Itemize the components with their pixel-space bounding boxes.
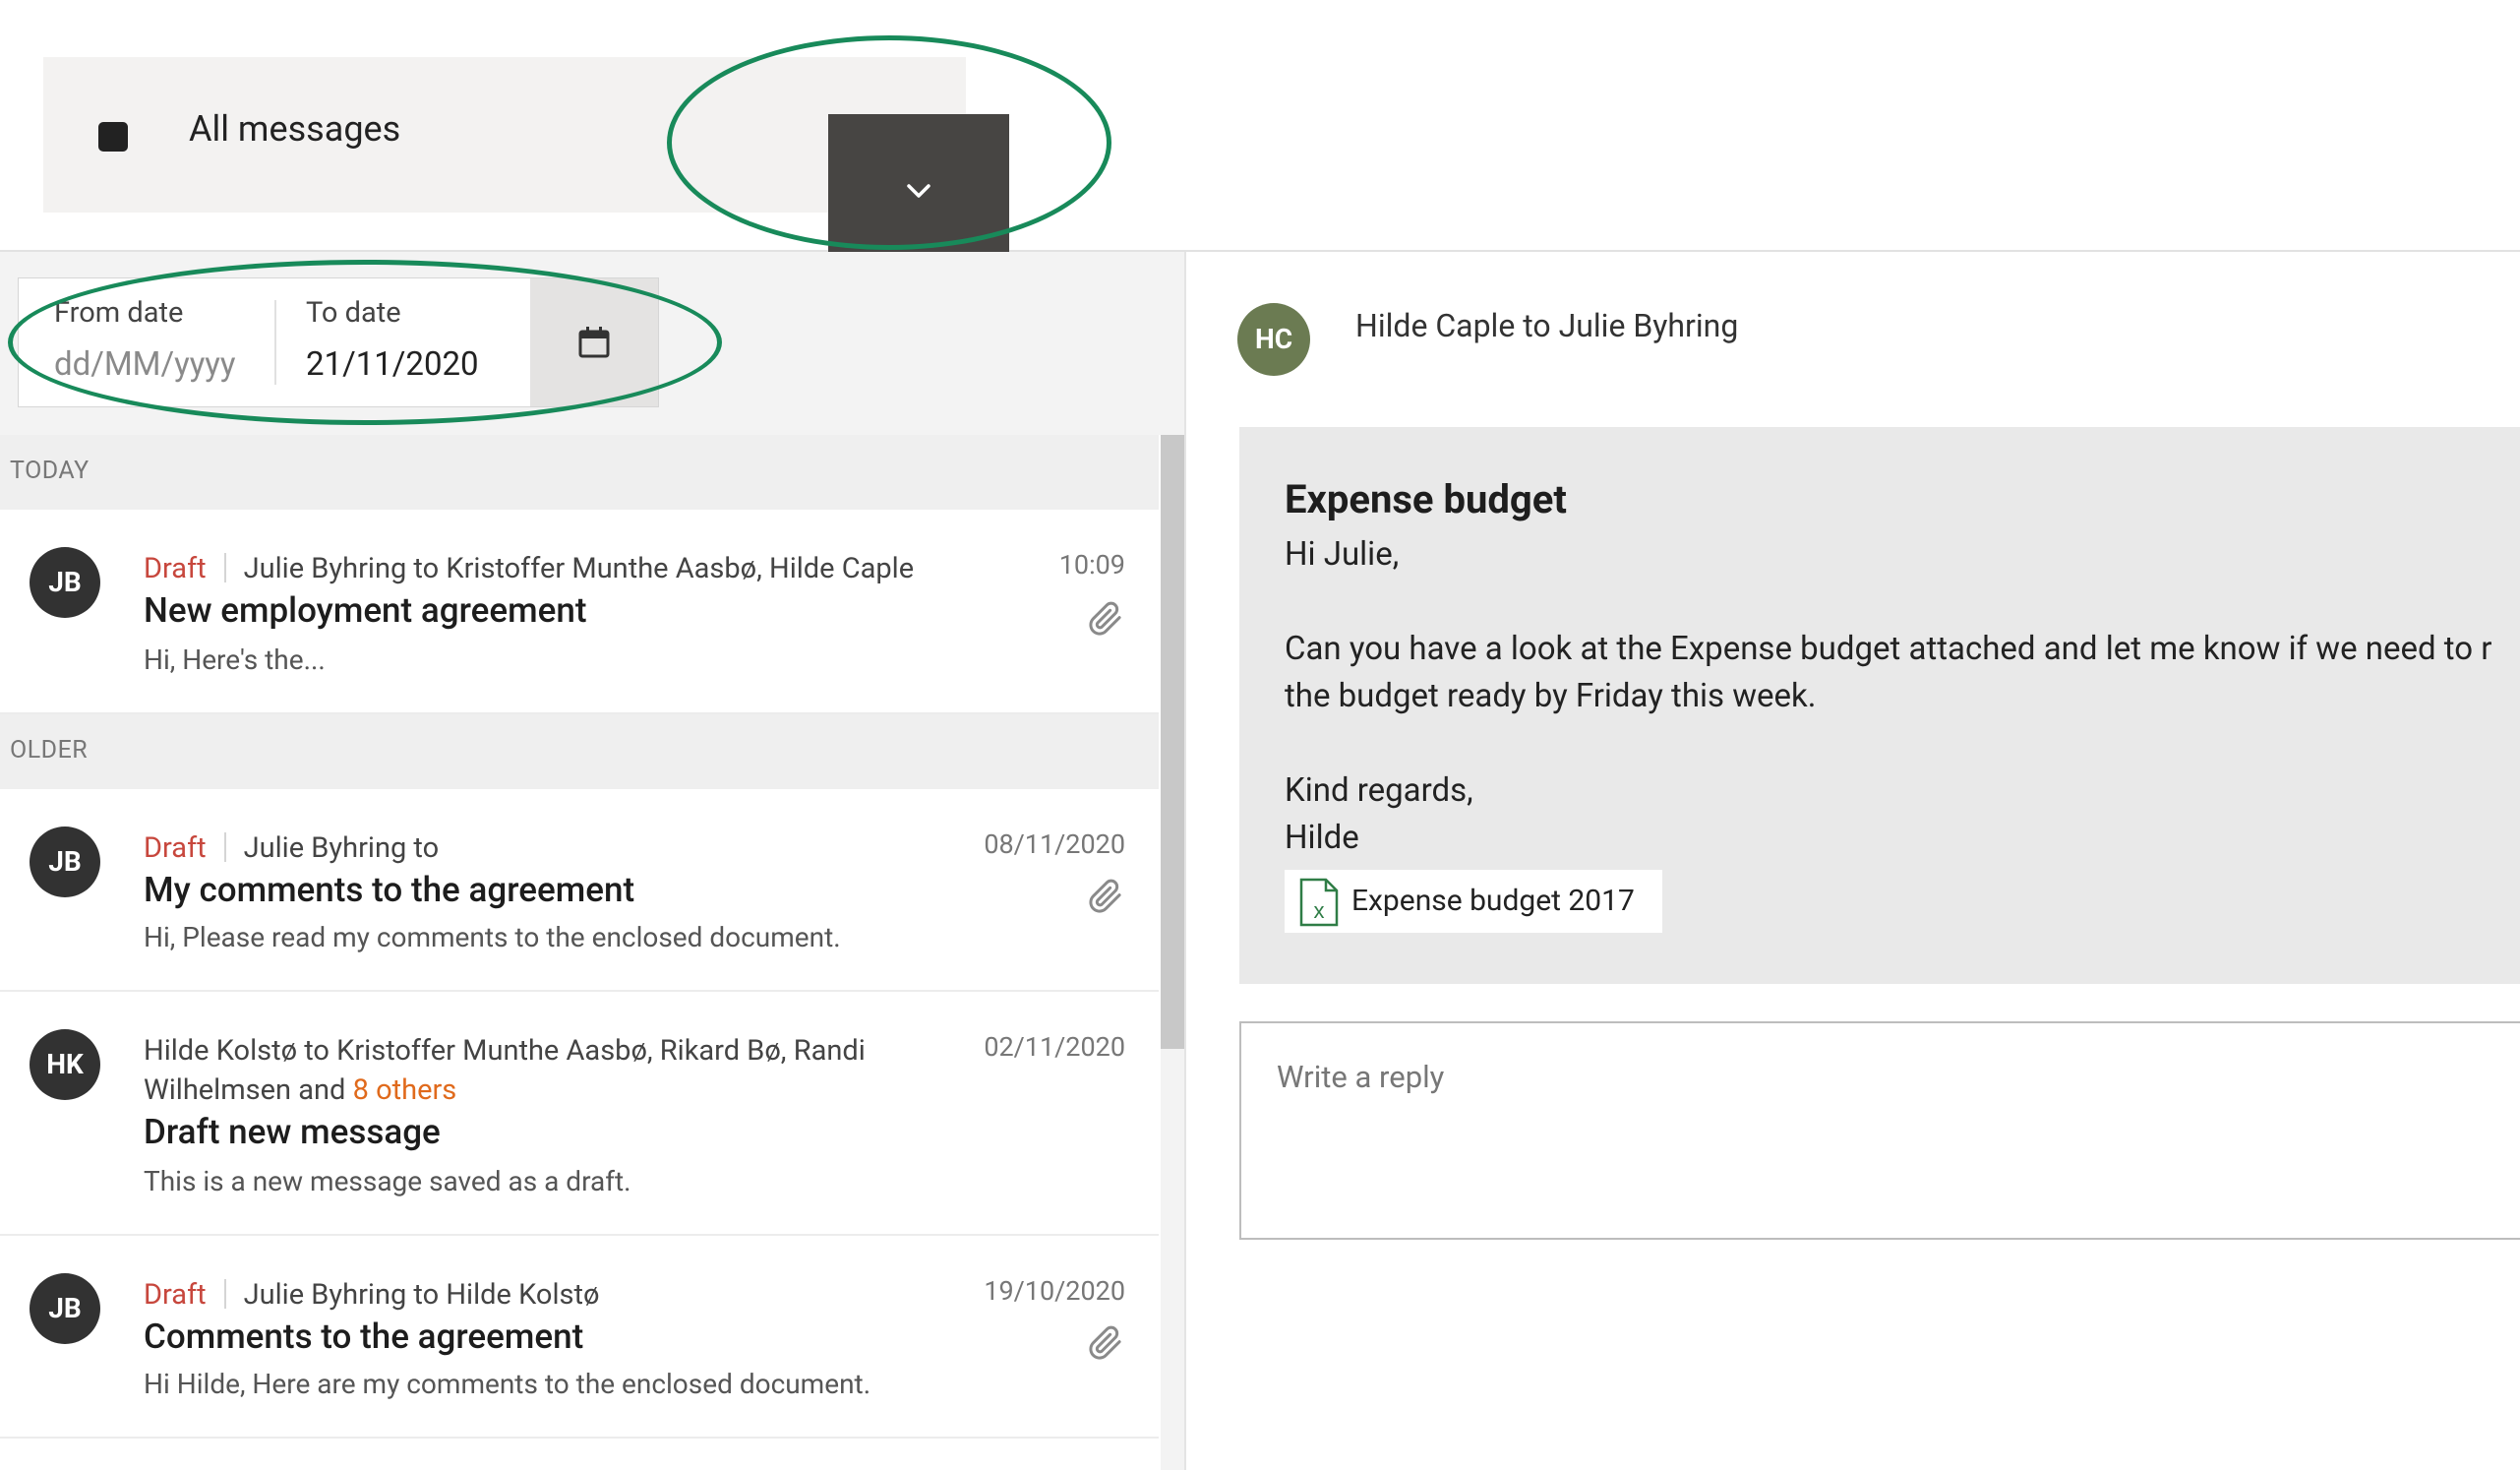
meta-divider xyxy=(223,553,226,582)
svg-text:x: x xyxy=(1314,898,1325,923)
section-older-label: OLDER xyxy=(10,736,89,765)
participants-line-1: Hilde Kolstø to Kristoffer Munthe Aasbø,… xyxy=(144,1034,866,1068)
attachment-name: Expense budget 2017 xyxy=(1351,884,1635,918)
draft-tag: Draft xyxy=(144,831,207,865)
message-list-pane: From date dd/MM/yyyy To date 21/11/2020 … xyxy=(0,252,1186,1470)
to-date-label: To date xyxy=(306,296,401,330)
paperclip-icon xyxy=(1089,601,1121,636)
participants-line-2: Wilhelmsen and xyxy=(144,1073,346,1107)
chevron-down-icon xyxy=(907,184,930,198)
others-link[interactable]: 8 others xyxy=(353,1073,457,1107)
attachment-chip[interactable]: x Expense budget 2017 xyxy=(1285,870,1662,933)
from-date-label: From date xyxy=(54,296,184,330)
message-list-scrollbar[interactable] xyxy=(1161,435,1184,1470)
conversation-header: Hilde Caple to Julie Byhring xyxy=(1355,307,1739,344)
conversation-pane: HC Hilde Caple to Julie Byhring Expense … xyxy=(1186,252,2520,1470)
message-preview: Hi, Here's the... xyxy=(144,643,326,676)
message-time: 02/11/2020 xyxy=(984,1031,1125,1063)
draft-tag: Draft xyxy=(144,552,207,585)
filter-dropdown-button[interactable] xyxy=(828,114,1009,270)
message-title: Expense budget xyxy=(1285,476,1567,522)
message-item[interactable]: JB Draft Julie Byhring to Kristoffer Munt… xyxy=(0,510,1159,714)
participants-text: Julie Byhring to Hilde Kolstø xyxy=(243,1278,600,1312)
top-bar: All messages xyxy=(0,0,2520,270)
calendar-icon xyxy=(578,327,610,358)
reply-placeholder: Write a reply xyxy=(1277,1059,1445,1095)
section-today: TODAY xyxy=(0,435,1159,510)
section-older: OLDER xyxy=(0,714,1159,789)
avatar: JB xyxy=(30,547,100,618)
message-subject: Draft new message xyxy=(144,1112,441,1152)
draft-tag: Draft xyxy=(144,1278,207,1312)
message-participants: Draft Julie Byhring to Kristoffer Munthe … xyxy=(144,549,914,588)
avatar: JB xyxy=(30,827,100,897)
message-participants: Draft Julie Byhring to xyxy=(144,828,439,868)
message-list: TODAY JB Draft Julie Byhring to Kristoffe… xyxy=(0,435,1159,1470)
paperclip-icon xyxy=(1089,1325,1121,1360)
message-preview: Hi Hilde, Here are my comments to the en… xyxy=(144,1368,871,1400)
message-subject: My comments to the agreement xyxy=(144,870,635,910)
calendar-button[interactable] xyxy=(530,278,658,406)
date-range-picker: From date dd/MM/yyyy To date 21/11/2020 xyxy=(18,277,659,407)
date-filter-bar: From date dd/MM/yyyy To date 21/11/2020 xyxy=(0,252,1184,435)
scrollbar-thumb[interactable] xyxy=(1161,435,1184,1049)
filter-label: All messages xyxy=(189,108,401,150)
message-time: 10:09 xyxy=(1058,549,1125,581)
section-today-label: TODAY xyxy=(10,457,90,485)
message-item[interactable]: HK Hilde Kolstø to Kristoffer Munthe Aas… xyxy=(0,992,1159,1236)
to-date-field[interactable]: To date 21/11/2020 xyxy=(306,296,532,384)
from-date-field[interactable]: From date dd/MM/yyyy xyxy=(54,296,280,384)
reply-input[interactable]: Write a reply xyxy=(1239,1021,2520,1240)
meta-divider xyxy=(223,1279,226,1309)
participants-text: Julie Byhring to xyxy=(243,831,440,865)
from-date-input[interactable]: dd/MM/yyyy xyxy=(54,345,280,384)
excel-file-icon: x xyxy=(1299,878,1339,927)
to-date-input[interactable]: 21/11/2020 xyxy=(306,345,532,384)
sender-avatar: HC xyxy=(1237,303,1310,376)
message-time: 08/11/2020 xyxy=(984,828,1125,860)
paperclip-icon xyxy=(1089,879,1121,913)
message-card: Expense budget Hi Julie, Can you have a … xyxy=(1239,427,2520,984)
message-body: Hi Julie, Can you have a look at the Exp… xyxy=(1285,535,2492,857)
message-subject: Comments to the agreement xyxy=(144,1317,584,1357)
message-item[interactable]: JB Draft Julie Byhring to My comments to … xyxy=(0,789,1159,992)
message-subject: New employment agreement xyxy=(144,590,587,631)
select-all-checkbox[interactable] xyxy=(98,122,128,152)
message-participants: Draft Julie Byhring to Hilde Kolstø xyxy=(144,1275,599,1315)
message-preview: Hi, Please read my comments to the enclo… xyxy=(144,921,841,953)
participants-text: Julie Byhring to Kristoffer Munthe Aasbø… xyxy=(243,552,915,585)
message-filter: All messages xyxy=(43,57,1009,270)
avatar: JB xyxy=(30,1273,100,1344)
message-participants: Hilde Kolstø to Kristoffer Munthe Aasbø,… xyxy=(144,1031,866,1110)
date-separator xyxy=(274,300,276,385)
message-item[interactable]: JB Draft Julie Byhring to Hilde Kolstø Co… xyxy=(0,1236,1159,1439)
meta-divider xyxy=(223,832,226,862)
avatar: HK xyxy=(30,1029,100,1100)
message-preview: This is a new message saved as a draft. xyxy=(144,1165,631,1197)
message-time: 19/10/2020 xyxy=(984,1275,1125,1307)
